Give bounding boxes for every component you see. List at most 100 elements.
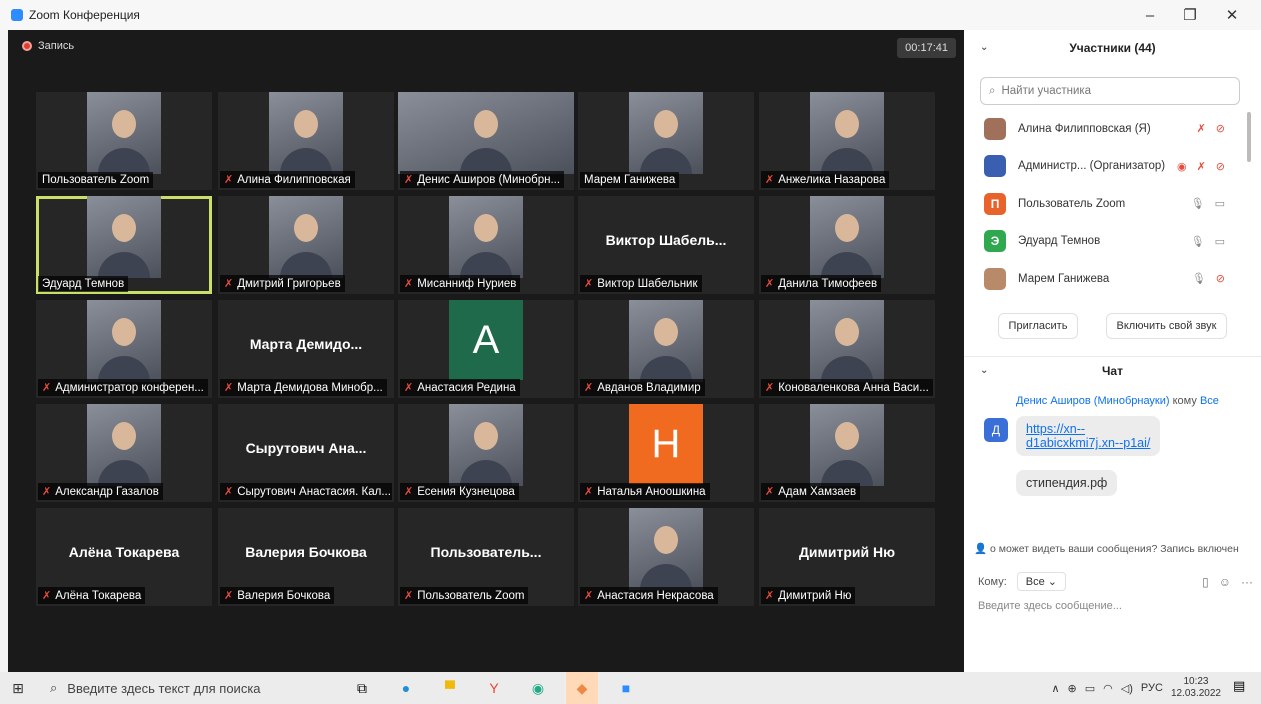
muted-mic-icon: ✗ xyxy=(224,174,234,186)
participant-video xyxy=(87,404,161,486)
participant-tile[interactable]: ✗ Адам Хамзаев xyxy=(759,404,935,502)
more-icon[interactable]: ··· xyxy=(1241,575,1253,589)
participant-tile[interactable]: ✗ Анастасия Некрасова xyxy=(578,508,754,606)
participant-tile[interactable]: ✗ Авданов Владимир xyxy=(578,300,754,398)
participant-list-name: Алина Филипповская (Я) xyxy=(1018,122,1151,135)
participant-tile[interactable]: ✗ Дмитрий Григорьев xyxy=(218,196,394,294)
participant-tile[interactable]: Сырутович Ана... ✗ Сырутович Анастасия. Ка… xyxy=(218,404,394,502)
video-off-icon[interactable]: ⊘ xyxy=(1216,272,1225,285)
participant-search-input[interactable]: ⌕ Найти участника xyxy=(980,77,1240,105)
mic-icon[interactable]: 🎙 xyxy=(1191,235,1205,248)
participant-tile[interactable]: Эдуард Темнов xyxy=(36,196,212,294)
zoom-app-icon[interactable]: ■ xyxy=(610,672,642,704)
chat-link[interactable]: https://xn-- d1abicxkmi7j.xn--p1ai/ xyxy=(1026,422,1150,450)
yandex-browser-icon[interactable]: Y xyxy=(478,672,510,704)
chat-recipient-select[interactable]: Все ⌄ xyxy=(1016,572,1067,591)
participant-display-name: Пользователь... xyxy=(430,544,542,560)
tray-expand-icon[interactable]: ∧ xyxy=(1051,682,1059,695)
participant-tile[interactable]: ✗ Денис Аширов (Минобрн... xyxy=(398,92,574,190)
chat-collapse-chevron-icon[interactable]: ⌄ xyxy=(980,365,988,376)
search-icon: ⌕ xyxy=(50,680,58,695)
participant-tile[interactable]: ✗ Коноваленкова Анна Васи... xyxy=(759,300,935,398)
participant-name: Виктор Шабельник xyxy=(597,277,698,290)
invite-button[interactable]: Пригласить xyxy=(997,313,1079,339)
participant-list-item[interactable]: Алина Филипповская (Я) ✗ ⊘ xyxy=(964,110,1261,148)
video-icon[interactable]: ▭ xyxy=(1215,197,1225,210)
participant-tile[interactable]: Пользователь... ✗ Пользователь Zoom xyxy=(398,508,574,606)
participant-tile[interactable]: Марта Демидо... ✗ Марта Демидова Минобр... xyxy=(218,300,394,398)
muted-mic-icon[interactable]: ✗ xyxy=(1197,122,1206,135)
participant-tile[interactable]: Валерия Бочкова ✗ Валерия Бочкова xyxy=(218,508,394,606)
chat-message-input[interactable]: Введите здесь сообщение... xyxy=(978,600,1122,612)
taskbar-search-input[interactable]: ⌕ Введите здесь текст для поиска xyxy=(36,672,346,704)
participant-name: Коноваленкова Анна Васи... xyxy=(778,381,929,394)
mic-icon[interactable]: 🎙 xyxy=(1191,197,1205,210)
video-icon[interactable]: ▭ xyxy=(1215,235,1225,248)
participant-name-label: ✗ Наталья Аноошкина xyxy=(580,483,710,500)
participant-video xyxy=(269,196,343,278)
windows-taskbar: ⊞ ⌕ Введите здесь текст для поиска ⧉ ● ▀… xyxy=(0,672,1261,704)
file-explorer-icon[interactable]: ▀ xyxy=(434,672,466,704)
chat-sender: Денис Аширов (Минобрнауки) xyxy=(1016,395,1170,407)
muted-mic-icon: ✗ xyxy=(404,382,414,394)
participant-name: Есения Кузнецова xyxy=(417,485,515,498)
video-off-icon[interactable]: ⊘ xyxy=(1216,122,1225,135)
minimize-button[interactable]: – xyxy=(1130,0,1170,30)
participant-tile[interactable]: Виктор Шабель... ✗ Виктор Шабельник xyxy=(578,196,754,294)
wifi-icon[interactable]: ◠ xyxy=(1103,682,1113,695)
muted-mic-icon[interactable]: ✗ xyxy=(1197,160,1206,173)
muted-mic-icon: ✗ xyxy=(42,590,52,602)
muted-mic-icon: ✗ xyxy=(404,278,414,290)
windows-start-icon[interactable]: ⊞ xyxy=(0,672,36,704)
emoji-icon[interactable]: ☺ xyxy=(1219,575,1231,589)
participant-tile[interactable]: ✗ Данила Тимофеев xyxy=(759,196,935,294)
participant-name-label: Марем Ганижева xyxy=(580,172,680,188)
muted-mic-icon: ✗ xyxy=(42,382,52,394)
participant-tile[interactable]: Димитрий Ню ✗ Димитрий Ню xyxy=(759,508,935,606)
recording-indicator[interactable]: Запись xyxy=(22,40,74,52)
taskbar-clock[interactable]: 10:23 12.03.2022 xyxy=(1171,676,1221,700)
search-placeholder: Найти участника xyxy=(1001,85,1092,97)
video-gallery: Запись 00:17:41 Пользователь Zoom ✗ Алина … xyxy=(8,30,964,672)
close-button[interactable]: ✕ xyxy=(1212,0,1252,30)
chat-to-word: кому xyxy=(1172,395,1197,407)
participant-list-item[interactable]: Э Эдуард Темнов 🎙 ▭ xyxy=(964,223,1261,261)
unmute-self-button[interactable]: Включить свой звук xyxy=(1105,313,1228,339)
task-view-icon[interactable]: ⧉ xyxy=(346,672,378,704)
chrome-icon[interactable]: ◉ xyxy=(522,672,554,704)
participant-tile[interactable]: ✗ Анжелика Назарова xyxy=(759,92,935,190)
volume-icon[interactable]: ◁) xyxy=(1121,682,1133,695)
participant-avatar xyxy=(984,117,1006,140)
participant-tile[interactable]: Алёна Токарева ✗ Алёна Токарева xyxy=(36,508,212,606)
chat-sender-avatar: Д xyxy=(984,418,1008,442)
participant-tile[interactable]: ✗ Администратор конферен... xyxy=(36,300,212,398)
file-icon[interactable]: ▯ xyxy=(1202,575,1209,589)
side-panel: ⌄ Участники (44) ⌕ Найти участника Алина… xyxy=(964,30,1261,672)
video-off-icon[interactable]: ⊘ xyxy=(1216,160,1225,173)
participant-tile[interactable]: ✗ Мисанниф Нуриев xyxy=(398,196,574,294)
mic-icon[interactable]: 🎙 xyxy=(1192,272,1206,285)
participant-tile[interactable]: Пользователь Zoom xyxy=(36,92,212,190)
battery-icon[interactable]: ▭ xyxy=(1085,682,1095,695)
participant-tile[interactable]: ✗ Есения Кузнецова xyxy=(398,404,574,502)
participant-video xyxy=(449,404,523,486)
participant-name-label: ✗ Дмитрий Григорьев xyxy=(220,275,345,292)
participant-list-item[interactable]: П Пользователь Zoom 🎙 ▭ xyxy=(964,185,1261,223)
telegram-icon[interactable]: ◆ xyxy=(566,672,598,704)
participant-tile[interactable]: A ✗ Анастасия Редина xyxy=(398,300,574,398)
edge-browser-icon[interactable]: ● xyxy=(390,672,422,704)
participant-tile[interactable]: H ✗ Наталья Аноошкина xyxy=(578,404,754,502)
language-indicator[interactable]: РУС xyxy=(1141,682,1163,694)
network-icon[interactable]: ⊕ xyxy=(1068,682,1077,695)
participant-list-item[interactable]: Администр... (Организатор) ◉ ✗ ⊘ xyxy=(964,148,1261,186)
restore-button[interactable]: ❐ xyxy=(1170,0,1210,30)
participant-list-item[interactable]: Марем Ганижева 🎙 ⊘ xyxy=(964,260,1261,298)
collapse-chevron-icon[interactable]: ⌄ xyxy=(980,42,988,53)
participant-tile[interactable]: ✗ Алина Филипповская xyxy=(218,92,394,190)
muted-mic-icon: ✗ xyxy=(42,486,52,498)
recording-icon: ◉ xyxy=(1176,160,1187,173)
participants-scrollbar[interactable] xyxy=(1247,112,1251,162)
participant-tile[interactable]: ✗ Александр Газалов xyxy=(36,404,212,502)
participant-tile[interactable]: Марем Ганижева xyxy=(578,92,754,190)
notifications-icon[interactable]: ▤ xyxy=(1233,678,1253,698)
